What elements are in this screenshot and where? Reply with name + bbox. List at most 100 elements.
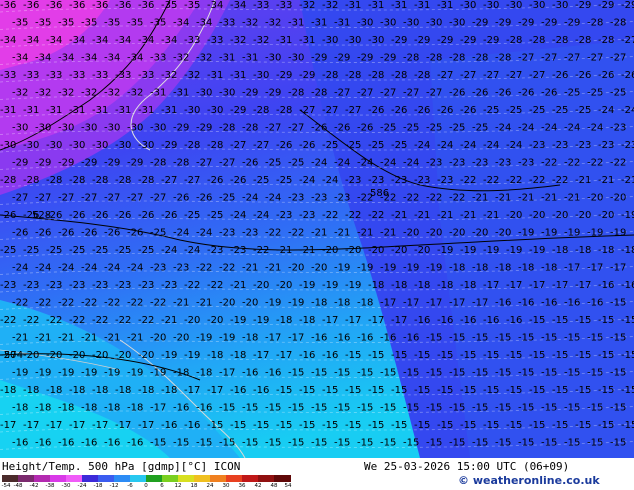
isotherm-label: -15 bbox=[357, 368, 373, 379]
isotherm-label: -32 bbox=[58, 88, 74, 99]
isotherm-label: -24 bbox=[127, 263, 143, 274]
isotherm-label: -25 bbox=[345, 140, 361, 151]
isotherm-label: -22 bbox=[81, 298, 97, 309]
isotherm-label: -30 bbox=[529, 0, 545, 11]
isotherm-label: -18 bbox=[368, 280, 384, 291]
isotherm-label: -28 bbox=[184, 140, 200, 151]
isotherm-label: -19 bbox=[483, 245, 499, 256]
legend-swatch bbox=[66, 475, 83, 482]
isotherm-label: -18 bbox=[518, 263, 534, 274]
credit-link[interactable]: © weatheronline.co.uk bbox=[458, 474, 600, 487]
isotherm-label: -30 bbox=[69, 140, 85, 151]
isotherm-label: -31 bbox=[92, 105, 108, 116]
isotherm-label: -33 bbox=[46, 70, 62, 81]
isotherm-label: -15 bbox=[242, 438, 258, 449]
isotherm-label: -21 bbox=[12, 333, 28, 344]
isotherm-label: -26 bbox=[449, 88, 465, 99]
isotherm-label: -27 bbox=[150, 193, 166, 204]
isotherm-label: -15 bbox=[449, 333, 465, 344]
isotherm-label: -19 bbox=[621, 210, 634, 221]
isotherm-label: -15 bbox=[368, 385, 384, 396]
isotherm-label: -23 bbox=[345, 175, 361, 186]
isotherm-label: -26 bbox=[621, 70, 634, 81]
isotherm-label: -15 bbox=[621, 350, 634, 361]
isotherm-label: -17 bbox=[368, 315, 384, 326]
legend-swatch bbox=[210, 475, 227, 482]
legend-swatch bbox=[114, 475, 131, 482]
isotherm-label: -18 bbox=[460, 280, 476, 291]
isotherm-label: -27 bbox=[265, 123, 281, 134]
isotherm-label: -19 bbox=[127, 368, 143, 379]
isotherm-label: -29 bbox=[196, 123, 212, 134]
isotherm-label: -17 bbox=[472, 298, 488, 309]
isotherm-label: -18 bbox=[242, 333, 258, 344]
isotherm-label: -30 bbox=[138, 140, 154, 151]
isotherm-label: -22 bbox=[150, 298, 166, 309]
isotherm-label: -35 bbox=[35, 18, 51, 29]
isotherm-label: -18 bbox=[299, 315, 315, 326]
isotherm-label: -25 bbox=[403, 123, 419, 134]
isotherm-label: -16 bbox=[81, 438, 97, 449]
isotherm-label: -15 bbox=[575, 385, 591, 396]
isotherm-label: -28 bbox=[219, 123, 235, 134]
isotherm-label: -22 bbox=[483, 175, 499, 186]
legend-swatch bbox=[98, 475, 115, 482]
legend-tick: 30 bbox=[222, 483, 230, 489]
isotherm-label: -18 bbox=[449, 263, 465, 274]
isotherm-label: -26 bbox=[104, 228, 120, 239]
isotherm-label: -22 bbox=[449, 193, 465, 204]
isotherm-label: -26 bbox=[242, 158, 258, 169]
isotherm-label: -31 bbox=[334, 18, 350, 29]
isotherm-label: -25 bbox=[391, 140, 407, 151]
isotherm-label: -18 bbox=[23, 385, 39, 396]
isotherm-label: -29 bbox=[472, 18, 488, 29]
isotherm-label: -22 bbox=[138, 315, 154, 326]
isotherm-label: -15 bbox=[610, 298, 626, 309]
contour-label-574: 574 bbox=[4, 350, 23, 361]
isotherm-label: -18 bbox=[127, 403, 143, 414]
isotherm-label: -27 bbox=[104, 193, 120, 204]
isotherm-label: -20 bbox=[184, 315, 200, 326]
isotherm-label: -19 bbox=[564, 228, 580, 239]
isotherm-label: -35 bbox=[58, 18, 74, 29]
isotherm-label: -25 bbox=[23, 245, 39, 256]
isotherm-label: -24 bbox=[564, 123, 580, 134]
isotherm-label: -33 bbox=[69, 70, 85, 81]
isotherm-label: -20 bbox=[138, 350, 154, 361]
isotherm-label: -15 bbox=[587, 403, 603, 414]
isotherm-label: -34 bbox=[35, 53, 51, 64]
isotherm-label: -20 bbox=[69, 350, 85, 361]
legend-tick: -6 bbox=[127, 483, 133, 489]
isotherm-label: -24 bbox=[253, 210, 269, 221]
isotherm-label: -18 bbox=[0, 385, 16, 396]
isotherm-label: -20 bbox=[391, 245, 407, 256]
isotherm-label: -22 bbox=[529, 175, 545, 186]
isotherm-label: -23 bbox=[472, 158, 488, 169]
isotherm-label: -17 bbox=[150, 403, 166, 414]
isotherm-label: -20 bbox=[552, 210, 568, 221]
isotherm-label: -20 bbox=[575, 210, 591, 221]
isotherm-label: -33 bbox=[207, 35, 223, 46]
isotherm-label: -22 bbox=[506, 175, 522, 186]
legend-tick: -18 bbox=[93, 483, 103, 489]
legend-swatch bbox=[82, 475, 99, 482]
isotherm-label: -33 bbox=[92, 70, 108, 81]
isotherm-label: -24 bbox=[518, 123, 534, 134]
isotherm-label: -23 bbox=[391, 175, 407, 186]
isotherm-label: -19 bbox=[288, 298, 304, 309]
isotherm-label: -30 bbox=[127, 123, 143, 134]
isotherm-label: -15 bbox=[426, 403, 442, 414]
isotherm-label: -30 bbox=[0, 140, 16, 151]
isotherm-label: -23 bbox=[610, 123, 626, 134]
isotherm-label: -19 bbox=[587, 228, 603, 239]
isotherm-label: -30 bbox=[265, 53, 281, 64]
isotherm-label: -28 bbox=[207, 140, 223, 151]
isotherm-label: -28 bbox=[414, 70, 430, 81]
isotherm-label: -15 bbox=[345, 420, 361, 431]
legend-swatch bbox=[194, 475, 211, 482]
isotherm-label: -17 bbox=[483, 280, 499, 291]
isotherm-label: -31 bbox=[161, 105, 177, 116]
legend-tick: -48 bbox=[13, 483, 23, 489]
isotherm-label: -29 bbox=[161, 140, 177, 151]
isotherm-label: -30 bbox=[196, 88, 212, 99]
